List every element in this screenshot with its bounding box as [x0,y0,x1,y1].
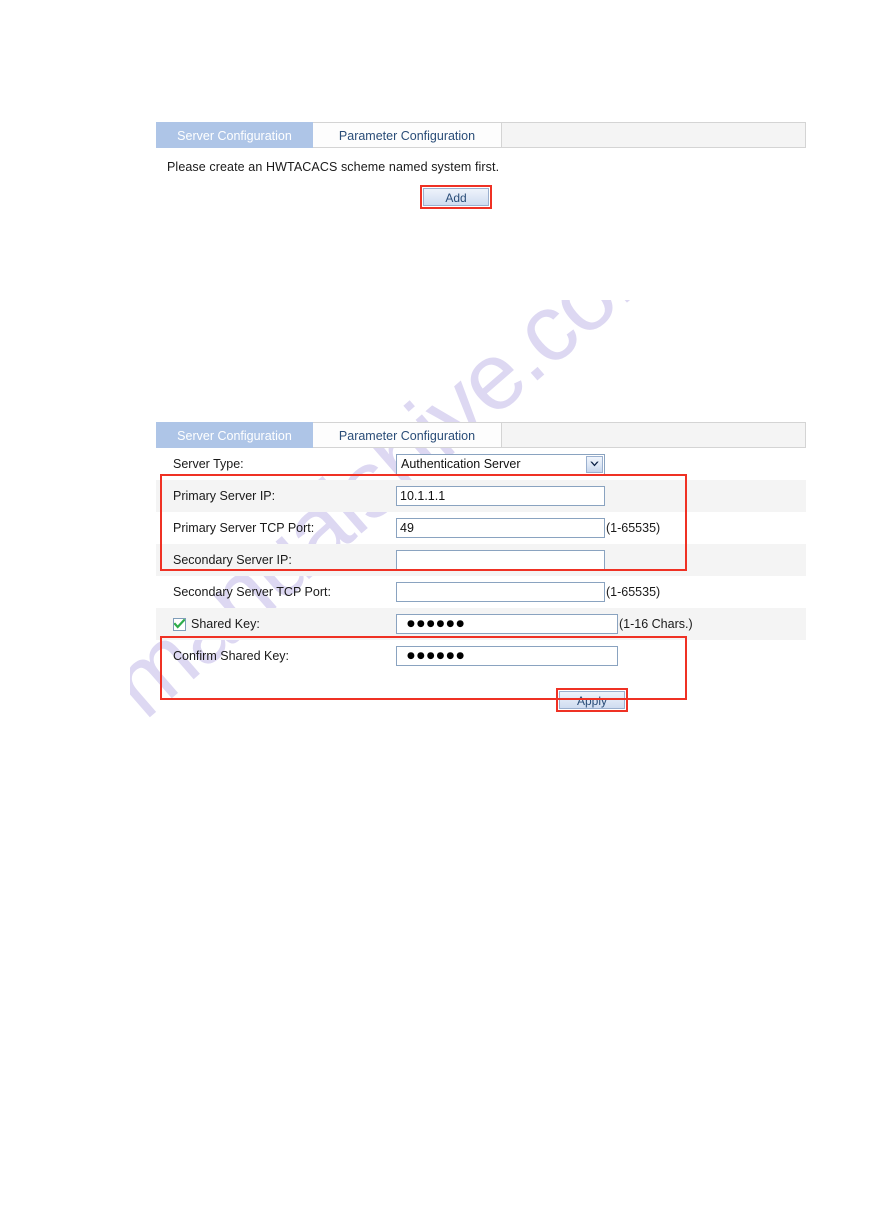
row-field [395,544,806,576]
shared-key-masked-value: ●●●●●● [407,619,467,629]
row-label: Confirm Shared Key: [173,649,290,663]
hwtacacs-empty-panel: Server Configuration Parameter Configura… [156,122,806,209]
table-row: Primary Server TCP Port: (1-65535) [156,512,806,544]
table-row: Shared Key: ●●●●●● (1-16 Chars.) [156,608,806,640]
add-button[interactable]: Add [423,188,489,206]
add-button-annotation: Add [420,185,492,209]
primary-server-ip-input[interactable] [396,486,605,506]
confirm-shared-key-input[interactable]: ●●●●●● [396,646,618,666]
tab-parameter-configuration[interactable]: Parameter Configuration [313,422,502,448]
table-row: Secondary Server IP: [156,544,806,576]
row-label: Secondary Server IP: [173,553,292,567]
range-hint: (1-65535) [606,521,661,535]
row-field: ●●●●●● (1-16 Chars.) [395,608,806,640]
tab-server-configuration[interactable]: Server Configuration [156,422,313,448]
secondary-server-tcp-port-input[interactable] [396,582,605,602]
confirm-shared-key-masked-value: ●●●●●● [407,651,467,661]
chevron-down-icon[interactable] [586,455,603,473]
row-label: Primary Server TCP Port: [173,521,315,535]
length-hint: (1-16 Chars.) [619,617,693,631]
table-row: Confirm Shared Key: ●●●●●● [156,640,806,672]
shared-key-input[interactable]: ●●●●●● [396,614,618,634]
tabbar-filler [502,422,806,448]
empty-state-notice: Please create an HWTACACS scheme named s… [167,160,500,174]
apply-button-annotation: Apply [556,688,628,712]
row-field: (1-65535) [395,576,806,608]
secondary-server-ip-input[interactable] [396,550,605,570]
server-config-form: Server Type: Authentication Server Prima… [156,448,806,672]
row-field: Authentication Server [395,448,806,480]
add-button-row: Add [156,185,806,209]
row-field [395,480,806,512]
row-label: Secondary Server TCP Port: [173,585,331,599]
tabbar-filler [502,122,806,148]
tab-server-configuration[interactable]: Server Configuration [156,122,313,148]
range-hint: (1-65535) [606,585,661,599]
table-row: Secondary Server TCP Port: (1-65535) [156,576,806,608]
tabbar-2: Server Configuration Parameter Configura… [156,422,806,448]
shared-key-checkbox[interactable] [173,617,186,631]
apply-button[interactable]: Apply [559,691,625,709]
tab-parameter-configuration[interactable]: Parameter Configuration [313,122,502,148]
server-type-select[interactable]: Authentication Server [396,453,605,475]
apply-button-row: Apply [156,688,806,712]
tabbar-1: Server Configuration Parameter Configura… [156,122,806,148]
row-field: (1-65535) [395,512,806,544]
shared-key-label: Shared Key: [191,617,260,631]
primary-server-tcp-port-input[interactable] [396,518,605,538]
row-label: Server Type: [173,457,244,471]
table-row: Primary Server IP: [156,480,806,512]
server-type-select-value: Authentication Server [401,457,521,471]
table-row: Server Type: Authentication Server [156,448,806,480]
row-field: ●●●●●● [395,640,806,672]
row-label: Primary Server IP: [173,489,276,503]
row-label-with-checkbox: Shared Key: [156,608,395,640]
hwtacacs-server-form-panel: Server Configuration Parameter Configura… [156,422,806,712]
